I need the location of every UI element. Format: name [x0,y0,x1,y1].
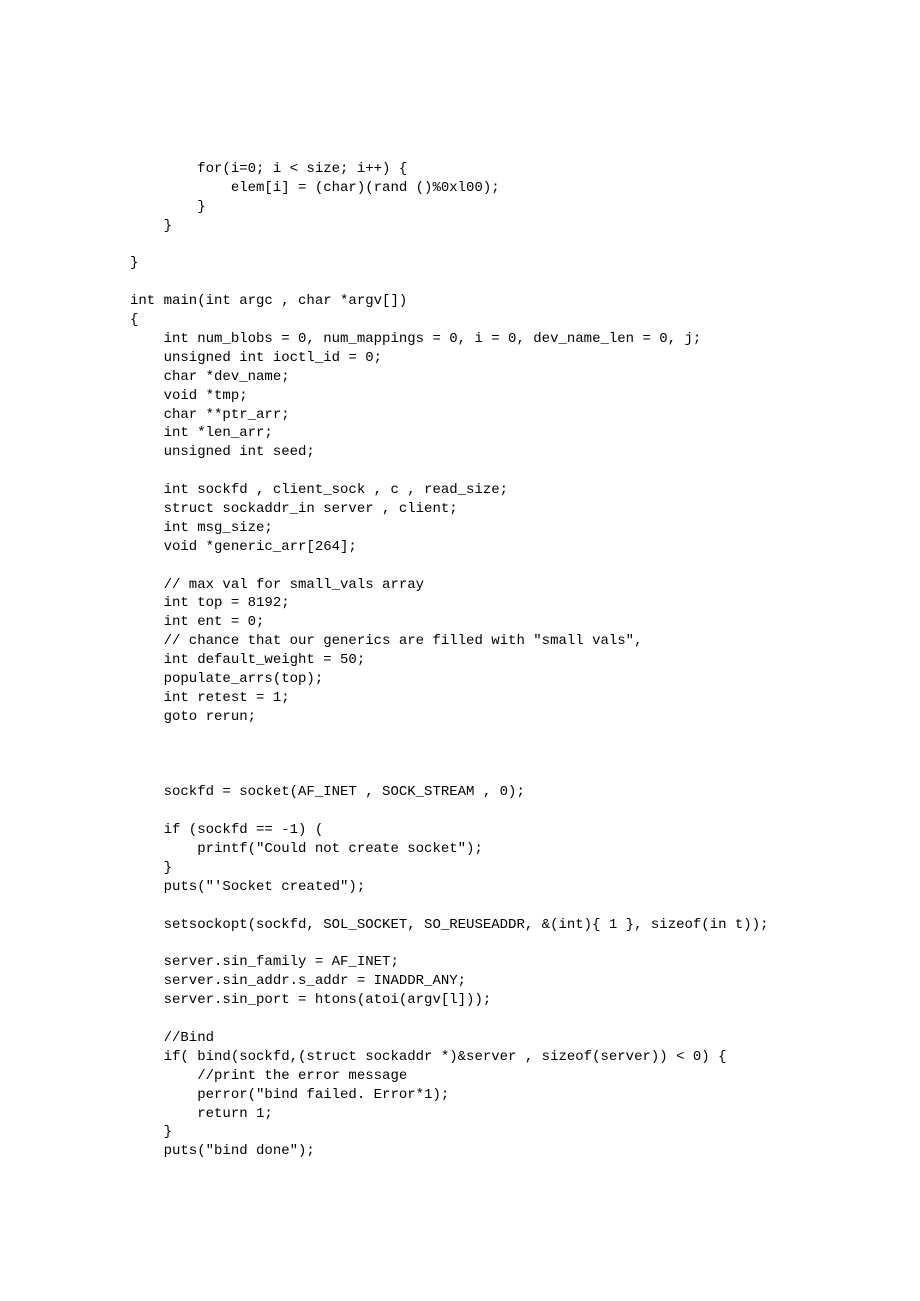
code-block: for(i=0; i < size; i++) { elem[i] = (cha… [130,160,860,1161]
code-page: for(i=0; i < size; i++) { elem[i] = (cha… [0,0,920,1301]
